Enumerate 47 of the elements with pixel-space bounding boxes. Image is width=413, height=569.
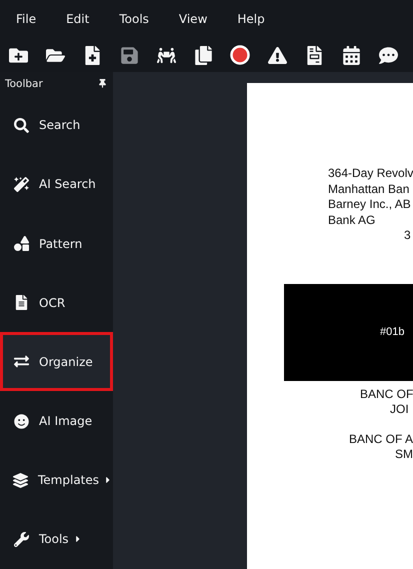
menu-item[interactable]: Help [237, 12, 265, 26]
warning-icon [268, 46, 286, 64]
sidebar-item[interactable]: AI Search [0, 154, 113, 214]
magic-wand-icon [13, 176, 29, 192]
menu-item[interactable]: Tools [119, 12, 149, 26]
document-text: JOI [390, 402, 409, 416]
record-icon [230, 45, 250, 65]
search-icon [13, 118, 29, 133]
document-icon [13, 295, 29, 310]
document-text: Bank AG [328, 212, 376, 226]
document-text: BANC OF [360, 386, 413, 400]
people-carrying-icon [156, 46, 176, 64]
toolbar-button[interactable] [266, 44, 288, 66]
toolbar-button[interactable] [229, 44, 251, 66]
toolbar-button[interactable] [192, 44, 214, 66]
calendar-icon [342, 46, 360, 64]
sidebar-item[interactable]: Organize [0, 332, 113, 392]
swap-icon [13, 354, 29, 370]
panel-title: Toolbar [5, 78, 43, 90]
copy-icon [194, 46, 212, 64]
wrench-icon [13, 532, 29, 547]
sidebar-item[interactable]: Search [0, 96, 113, 155]
menu-item[interactable]: File [16, 12, 36, 26]
file-plus-icon [82, 46, 102, 64]
toolbar-button[interactable] [377, 44, 399, 66]
layers-icon [13, 472, 28, 488]
document-text: 3 [404, 228, 411, 242]
document-text: SMI [395, 447, 413, 461]
menu-item[interactable]: Edit [66, 12, 90, 26]
menu-item[interactable]: View [178, 12, 208, 26]
sidebar-item[interactable]: OCR [0, 273, 113, 332]
document-text: Barney Inc., AB [328, 197, 411, 211]
block-label: #01b [380, 326, 404, 338]
folder-plus-icon [8, 46, 28, 64]
toolbar-button[interactable] [340, 44, 362, 66]
smiley-icon [13, 414, 29, 429]
sidebar-item[interactable]: AI Image [0, 391, 113, 451]
save-icon [120, 46, 138, 64]
shapes-icon [13, 236, 29, 252]
document-text: Manhattan Ban [328, 182, 410, 196]
sidebar-item[interactable]: Pattern [0, 214, 113, 274]
document-text: 364-Day Revolv [328, 166, 413, 180]
document-text: BANC OF A [349, 432, 413, 446]
pin-icon[interactable] [98, 79, 107, 88]
comment-icon [378, 46, 398, 64]
sidebar-item[interactable]: Tools [0, 510, 113, 569]
sidebar-item[interactable]: Templates [0, 450, 113, 510]
